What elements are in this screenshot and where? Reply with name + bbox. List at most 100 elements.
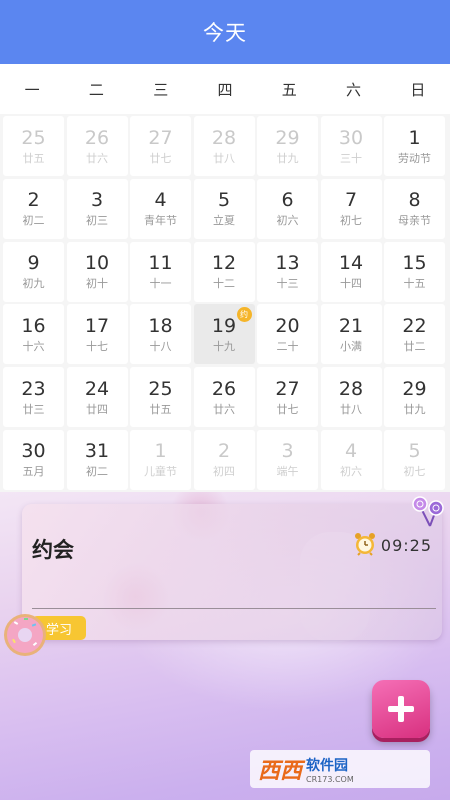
- calendar-day-cell[interactable]: 14 十四: [320, 241, 382, 302]
- calendar-day-cell[interactable]: 23 廿三: [3, 367, 64, 428]
- event-card[interactable]: 约会 09:25 学习: [22, 504, 442, 640]
- calendar-day-cell[interactable]: 30 五月: [3, 429, 64, 490]
- calendar-day-cell[interactable]: 28 廿八: [193, 116, 255, 176]
- weekday-label: 五: [281, 80, 297, 99]
- day-number: 3: [281, 440, 294, 463]
- lunar-date: 十三: [276, 277, 299, 291]
- lunar-date: 十八: [149, 339, 172, 353]
- lunar-date: 青年节: [144, 214, 177, 228]
- calendar-day-cell[interactable]: 11 十一: [130, 241, 191, 302]
- day-number: 23: [21, 377, 46, 400]
- day-number: 29: [275, 126, 300, 149]
- day-number: 24: [84, 377, 110, 400]
- lunar-date: 端午: [276, 465, 299, 479]
- calendar-day-cell[interactable]: 13 十三: [257, 241, 318, 302]
- lunar-date: 十六: [22, 339, 45, 353]
- calendar-day-cell[interactable]: 18 十八: [130, 304, 191, 365]
- day-number: 25: [148, 377, 173, 400]
- lunar-date: 廿六: [213, 402, 235, 416]
- calendar-day-cell[interactable]: 1 劳动节: [384, 116, 445, 176]
- lunar-date: 母亲节: [398, 214, 431, 228]
- day-number: 26: [211, 377, 237, 400]
- calendar-day-cell[interactable]: 2 初四: [193, 429, 255, 490]
- calendar-day-cell[interactable]: 3 端午: [257, 429, 318, 490]
- lunar-date: 廿八: [213, 151, 235, 165]
- calendar-day-cell[interactable]: 4 青年节: [130, 178, 191, 239]
- add-event-button[interactable]: [372, 680, 430, 738]
- calendar-day-cell[interactable]: 27 廿七: [130, 116, 191, 176]
- day-number: 9: [27, 252, 40, 275]
- event-panel: 约会 09:25 学习 西西 软件园 CR173.COM: [0, 492, 450, 800]
- watermark-sub: CR173.COM: [306, 774, 354, 784]
- calendar-day-cell[interactable]: 20 二十: [257, 304, 318, 365]
- lunar-date: 三十: [340, 151, 362, 165]
- day-number: 18: [148, 314, 173, 337]
- calendar-day-cell[interactable]: 26 廿六: [66, 116, 128, 176]
- calendar-day-cell[interactable]: 5 立夏: [193, 178, 255, 239]
- lunar-date: 廿五: [149, 402, 172, 416]
- calendar-day-cell[interactable]: 1 儿童节: [130, 429, 191, 490]
- calendar-day-cell[interactable]: 7 初七: [320, 178, 382, 239]
- calendar-day-cell[interactable]: 17 十七: [66, 304, 128, 365]
- calendar-day-cell[interactable]: 9 初九: [3, 241, 64, 302]
- lunar-date: 十五: [403, 277, 426, 291]
- lunar-date: 十二: [213, 277, 235, 291]
- day-number: 31: [84, 440, 110, 463]
- day-number: 3: [90, 189, 104, 212]
- weekday-label: 三: [153, 80, 169, 99]
- calendar-day-cell[interactable]: 19 十九 约: [193, 304, 255, 365]
- day-number: 5: [408, 440, 421, 463]
- calendar-day-cell[interactable]: 15 十五: [384, 241, 445, 302]
- lollipop-icon: [412, 496, 444, 527]
- day-number: 1: [408, 126, 421, 149]
- calendar-day-cell[interactable]: 31 初二: [66, 429, 128, 490]
- calendar-day-cell[interactable]: 29 廿九: [257, 116, 318, 176]
- donut-icon: [4, 614, 46, 656]
- calendar-day-cell[interactable]: 16 十六: [3, 304, 64, 365]
- lunar-date: 十四: [340, 277, 362, 291]
- calendar-day-cell[interactable]: 10 初十: [66, 241, 128, 302]
- calendar-day-cell[interactable]: 5 初七: [384, 429, 445, 490]
- lunar-date: 五月: [22, 465, 45, 479]
- lunar-date: 小满: [340, 339, 362, 353]
- lunar-date: 廿七: [149, 151, 172, 165]
- calendar-day-cell[interactable]: 28 廿八: [320, 367, 382, 428]
- calendar-day-cell[interactable]: 12 十二: [193, 241, 255, 302]
- day-number: 2: [217, 440, 231, 463]
- lunar-date: 初七: [340, 214, 362, 228]
- calendar-day-cell[interactable]: 30 三十: [320, 116, 382, 176]
- lunar-date: 十一: [149, 277, 172, 291]
- calendar-day-cell[interactable]: 26 廿六: [193, 367, 255, 428]
- calendar-day-cell[interactable]: 21 小满: [320, 304, 382, 365]
- calendar-day-cell[interactable]: 8 母亲节: [384, 178, 445, 239]
- weekday-row: 一二三四五六日: [0, 64, 450, 114]
- header-title[interactable]: 今天: [203, 17, 247, 47]
- calendar-day-cell[interactable]: 27 廿七: [257, 367, 318, 428]
- calendar-day-cell[interactable]: 3 初三: [66, 178, 128, 239]
- lunar-date: 初三: [86, 214, 108, 228]
- calendar-day-cell[interactable]: 6 初六: [257, 178, 318, 239]
- day-number: 26: [84, 126, 110, 149]
- lunar-date: 初二: [86, 465, 108, 479]
- day-number: 4: [344, 440, 358, 463]
- lunar-date: 廿八: [340, 402, 362, 416]
- day-number: 25: [21, 126, 46, 149]
- calendar-day-cell[interactable]: 24 廿四: [66, 367, 128, 428]
- day-number: 27: [148, 126, 173, 149]
- day-number: 2: [27, 189, 40, 212]
- calendar-day-cell[interactable]: 4 初六: [320, 429, 382, 490]
- lunar-date: 廿三: [22, 402, 45, 416]
- calendar-day-cell[interactable]: 25 廿五: [3, 116, 64, 176]
- lunar-date: 初九: [22, 277, 45, 291]
- day-number: 28: [211, 126, 237, 149]
- lunar-date: 廿五: [22, 151, 45, 165]
- calendar-day-cell[interactable]: 22 廿二: [384, 304, 445, 365]
- calendar-day-cell[interactable]: 2 初二: [3, 178, 64, 239]
- calendar-day-cell[interactable]: 25 廿五: [130, 367, 191, 428]
- lunar-date: 初四: [213, 465, 235, 479]
- calendar-day-cell[interactable]: 29 廿九: [384, 367, 445, 428]
- day-number: 29: [402, 377, 427, 400]
- watermark: 西西 软件园 CR173.COM: [250, 750, 430, 788]
- header-bar: 今天: [0, 0, 450, 64]
- lunar-date: 初十: [86, 277, 108, 291]
